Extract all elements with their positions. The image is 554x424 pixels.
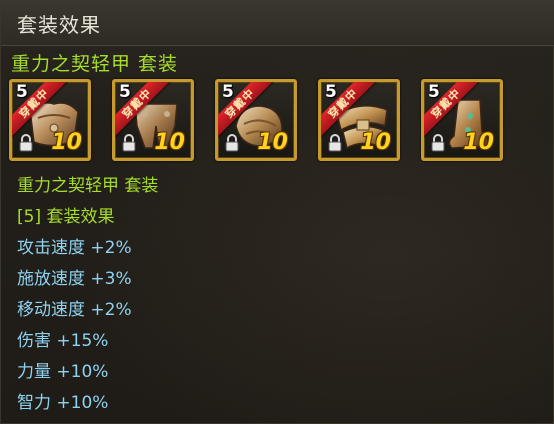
effect-line: 移动速度 +2% bbox=[17, 300, 132, 320]
set-count: 5 bbox=[16, 82, 28, 102]
effect-line: 力量 +10% bbox=[17, 362, 109, 382]
set-name-title: 重力之契轻甲 套装 bbox=[11, 53, 179, 75]
item-slot-pants[interactable]: 穿戴中 5 10 bbox=[112, 79, 194, 161]
set-count: 5 bbox=[325, 82, 337, 102]
set-count: 5 bbox=[428, 82, 440, 102]
item-level: 10 bbox=[154, 130, 185, 155]
item-level: 10 bbox=[51, 130, 82, 155]
set-count: 5 bbox=[222, 82, 234, 102]
panel-title: 套装效果 bbox=[17, 13, 101, 37]
item-slot-shoulder[interactable]: 穿戴中 5 10 bbox=[215, 79, 297, 161]
lock-icon bbox=[122, 134, 136, 152]
set-effect-panel: 套装效果 重力之契轻甲 套装 穿戴中 5 10 穿戴中 5 10 穿戴中 5 1… bbox=[0, 0, 554, 424]
effect-line: 伤害 +15% bbox=[17, 331, 109, 351]
lock-icon bbox=[19, 134, 33, 152]
effect-line: 施放速度 +3% bbox=[17, 269, 132, 289]
lock-icon bbox=[431, 134, 445, 152]
item-slot-chest[interactable]: 穿戴中 5 10 bbox=[9, 79, 91, 161]
effect-line: 攻击速度 +2% bbox=[17, 238, 132, 258]
set-count: 5 bbox=[119, 82, 131, 102]
item-level: 10 bbox=[360, 130, 391, 155]
item-level: 10 bbox=[463, 130, 494, 155]
lock-icon bbox=[225, 134, 239, 152]
panel-header: 套装效果 bbox=[1, 1, 554, 46]
effects-set-name: 重力之契轻甲 套装 bbox=[17, 176, 159, 196]
item-slot-belt[interactable]: 穿戴中 5 10 bbox=[318, 79, 400, 161]
lock-icon bbox=[328, 134, 342, 152]
effect-line: 智力 +10% bbox=[17, 393, 109, 413]
item-level: 10 bbox=[257, 130, 288, 155]
effects-tier-label: [5] 套装效果 bbox=[17, 207, 115, 227]
item-slot-boots[interactable]: 穿戴中 5 10 bbox=[421, 79, 503, 161]
